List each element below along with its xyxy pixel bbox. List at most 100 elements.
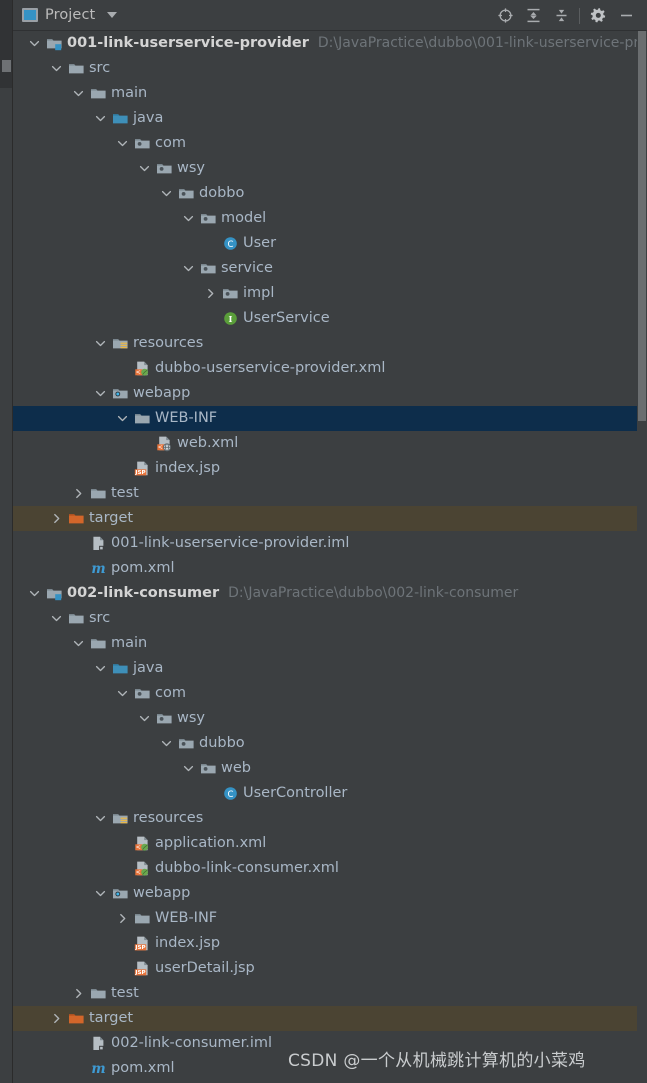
- gear-icon[interactable]: [584, 2, 612, 30]
- tree-row[interactable]: C UserController: [13, 781, 647, 806]
- tree-row[interactable]: test: [13, 481, 647, 506]
- chevron-down-icon[interactable]: [93, 881, 107, 906]
- tree-row[interactable]: service: [13, 256, 647, 281]
- project-tree[interactable]: 001-link-userservice-provider D:\JavaPrac…: [13, 31, 647, 1083]
- chevron-right-icon[interactable]: [49, 506, 63, 531]
- tree-row[interactable]: resources: [13, 331, 647, 356]
- tree-row[interactable]: webapp: [13, 381, 647, 406]
- tool-window-title-group[interactable]: Project: [13, 7, 118, 23]
- chevron-down-icon[interactable]: [71, 81, 85, 106]
- chevron-down-icon[interactable]: [71, 631, 85, 656]
- chevron-down-icon[interactable]: [137, 156, 151, 181]
- tree-row[interactable]: m pom.xml: [13, 556, 647, 581]
- chevron-right-icon[interactable]: [115, 906, 129, 931]
- tree-row[interactable]: src: [13, 606, 647, 631]
- spring-xml-icon: <: [133, 856, 151, 881]
- chevron-right-icon[interactable]: [71, 481, 85, 506]
- tree-row[interactable]: impl: [13, 281, 647, 306]
- tree-row[interactable]: WEB-INF: [13, 906, 647, 931]
- tree-row-label: wsy: [177, 160, 205, 176]
- chevron-down-icon[interactable]: [159, 731, 173, 756]
- tree-row[interactable]: java: [13, 106, 647, 131]
- locate-in-tree-icon[interactable]: [491, 2, 519, 30]
- spring-xml-icon: <: [133, 831, 151, 856]
- spring-xml-icon: <: [133, 356, 151, 381]
- chevron-down-icon[interactable]: [27, 581, 41, 606]
- tree-row[interactable]: wsy: [13, 156, 647, 181]
- chevron-down-icon[interactable]: [49, 606, 63, 631]
- tree-row[interactable]: < application.xml: [13, 831, 647, 856]
- tree-row[interactable]: webapp: [13, 881, 647, 906]
- tree-row[interactable]: main: [13, 81, 647, 106]
- tree-row[interactable]: dubbo: [13, 731, 647, 756]
- svg-text:JSP: JSP: [134, 970, 145, 976]
- tree-row[interactable]: 001-link-userservice-provider D:\JavaPrac…: [13, 31, 647, 56]
- collapse-all-icon[interactable]: [547, 2, 575, 30]
- tree-row[interactable]: JSP index.jsp: [13, 931, 647, 956]
- chevron-down-icon[interactable]: [93, 106, 107, 131]
- tree-row[interactable]: model: [13, 206, 647, 231]
- vertical-scrollbar[interactable]: [637, 31, 647, 1083]
- folder-icon: [67, 606, 85, 631]
- minimize-icon[interactable]: [612, 2, 640, 30]
- chevron-down-icon[interactable]: [93, 656, 107, 681]
- tree-row[interactable]: src: [13, 56, 647, 81]
- tool-window-title: Project: [45, 7, 96, 23]
- chevron-down-icon[interactable]: [115, 406, 129, 431]
- tree-row[interactable]: WEB-INF: [13, 406, 647, 431]
- tree-row[interactable]: dobbo: [13, 181, 647, 206]
- tree-row[interactable]: resources: [13, 806, 647, 831]
- vertical-scrollbar-thumb[interactable]: [638, 31, 646, 421]
- tree-row[interactable]: < dubbo-link-consumer.xml: [13, 856, 647, 881]
- svg-text:JSP: JSP: [134, 945, 145, 951]
- chevron-right-icon[interactable]: [71, 981, 85, 1006]
- tree-row[interactable]: wsy: [13, 706, 647, 731]
- chevron-down-icon[interactable]: [93, 381, 107, 406]
- tree-row-label: index.jsp: [155, 460, 221, 476]
- tree-row[interactable]: I UserService: [13, 306, 647, 331]
- tree-row[interactable]: < web.xml: [13, 431, 647, 456]
- chevron-down-icon[interactable]: [107, 12, 118, 18]
- tree-row[interactable]: main: [13, 631, 647, 656]
- tree-row[interactable]: java: [13, 656, 647, 681]
- chevron-down-icon[interactable]: [115, 681, 129, 706]
- tree-row-path: D:\JavaPractice\dubbo\002-link-consumer: [228, 585, 519, 601]
- chevron-down-icon[interactable]: [159, 181, 173, 206]
- svg-text:JSP: JSP: [134, 470, 145, 476]
- tree-row-label: src: [89, 60, 111, 76]
- tree-row[interactable]: < dubbo-userservice-provider.xml: [13, 356, 647, 381]
- svg-text:C: C: [227, 790, 233, 800]
- tree-row[interactable]: com: [13, 681, 647, 706]
- tree-row[interactable]: target: [13, 506, 647, 531]
- tree-row-label: dubbo: [199, 735, 245, 751]
- chevron-down-icon[interactable]: [115, 131, 129, 156]
- tree-row[interactable]: JSP userDetail.jsp: [13, 956, 647, 981]
- chevron-down-icon[interactable]: [93, 806, 107, 831]
- chevron-down-icon[interactable]: [93, 331, 107, 356]
- chevron-down-icon[interactable]: [49, 56, 63, 81]
- chevron-down-icon[interactable]: [181, 256, 195, 281]
- expand-all-icon[interactable]: [519, 2, 547, 30]
- tree-row[interactable]: C User: [13, 231, 647, 256]
- tree-row[interactable]: web: [13, 756, 647, 781]
- tree-row[interactable]: com: [13, 131, 647, 156]
- tree-row[interactable]: m pom.xml: [13, 1056, 647, 1081]
- chevron-right-icon[interactable]: [203, 281, 217, 306]
- folder-icon: [133, 906, 151, 931]
- tree-row[interactable]: 002-link-consumer D:\JavaPractice\dubbo\0…: [13, 581, 647, 606]
- tree-row-label: 001-link-userservice-provider: [67, 35, 309, 51]
- chevron-right-icon[interactable]: [49, 1006, 63, 1031]
- tree-row[interactable]: target: [13, 1006, 647, 1031]
- chevron-down-icon[interactable]: [181, 206, 195, 231]
- package-icon: [199, 206, 217, 231]
- tree-row-label: dobbo: [199, 185, 245, 201]
- package-icon: [199, 756, 217, 781]
- chevron-down-icon[interactable]: [27, 31, 41, 56]
- tree-row[interactable]: 001-link-userservice-provider.iml: [13, 531, 647, 556]
- tree-row[interactable]: test: [13, 981, 647, 1006]
- chevron-down-icon[interactable]: [181, 756, 195, 781]
- chevron-down-icon[interactable]: [137, 706, 151, 731]
- tree-row[interactable]: JSP index.jsp: [13, 456, 647, 481]
- tree-row-label: test: [111, 485, 139, 501]
- tree-row[interactable]: 002-link-consumer.iml: [13, 1031, 647, 1056]
